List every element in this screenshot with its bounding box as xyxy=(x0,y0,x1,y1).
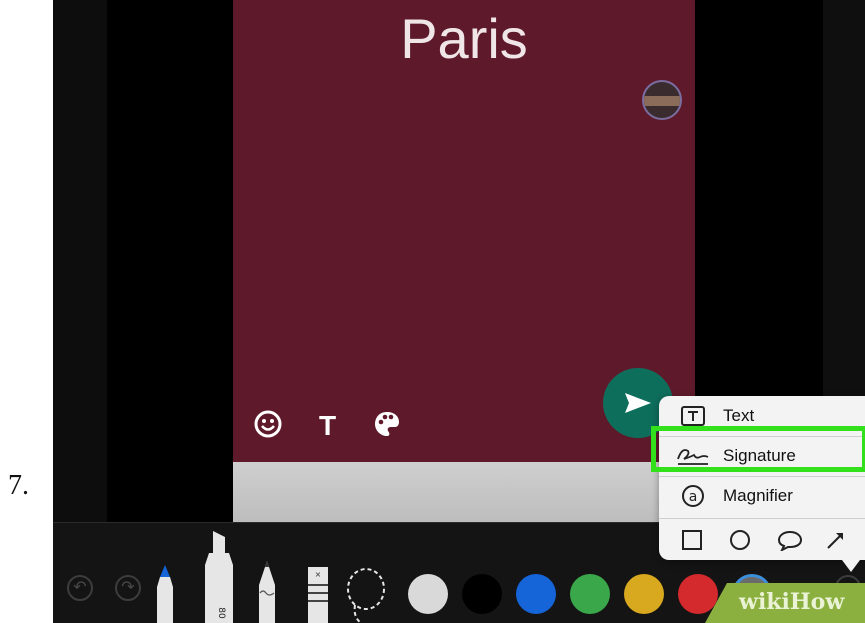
magnifier-icon: a xyxy=(675,483,711,509)
wikihow-text: wikiHow xyxy=(739,589,845,615)
send-arrow-icon xyxy=(625,393,651,413)
shapes-row xyxy=(659,520,865,560)
signature-highlight xyxy=(651,426,865,472)
menu-item-text-label: Text xyxy=(723,406,755,425)
markup-menu: Text Signature a Magnifier xyxy=(651,396,865,560)
circle-shape-icon[interactable] xyxy=(729,529,751,551)
arrow-shape-icon[interactable] xyxy=(825,529,847,551)
svg-text:×: × xyxy=(315,570,322,579)
pencil-tool-icon[interactable] xyxy=(255,559,279,623)
story-tools: T xyxy=(253,406,402,446)
menu-pointer xyxy=(842,560,860,572)
text-box-icon xyxy=(675,405,711,427)
menu-item-magnifier-label: Magnifier xyxy=(723,486,793,505)
wikihow-watermark: wikiHow xyxy=(705,583,865,623)
menu-item-magnifier[interactable]: a Magnifier xyxy=(659,476,865,516)
eraser-tool-icon[interactable]: × xyxy=(307,565,329,623)
color-swatch-red[interactable] xyxy=(678,574,718,614)
square-shape-icon[interactable] xyxy=(681,529,703,551)
redo-icon[interactable]: ↷ xyxy=(115,575,141,601)
palette-icon[interactable] xyxy=(372,409,402,444)
marker-label: 80 xyxy=(216,607,226,619)
menu-divider xyxy=(659,518,865,519)
color-swatch-green[interactable] xyxy=(570,574,610,614)
color-swatch-light-gray[interactable] xyxy=(408,574,448,614)
marker-tool-icon[interactable]: 80 xyxy=(201,529,237,623)
undo-icon[interactable]: ↶ xyxy=(67,575,93,601)
pen-tool-icon[interactable] xyxy=(153,563,177,623)
compose-bar xyxy=(233,462,695,522)
smiley-icon[interactable] xyxy=(253,409,283,444)
step-number: 7. xyxy=(8,470,29,501)
avatar[interactable] xyxy=(642,80,682,120)
story-title[interactable]: Paris xyxy=(233,6,695,71)
speech-bubble-icon[interactable] xyxy=(777,529,803,551)
color-swatch-blue[interactable] xyxy=(516,574,556,614)
lasso-tool-icon[interactable] xyxy=(343,567,389,623)
svg-text:a: a xyxy=(689,489,698,505)
color-swatch-black[interactable] xyxy=(462,574,502,614)
color-swatch-yellow[interactable] xyxy=(624,574,664,614)
left-margin xyxy=(53,0,107,522)
text-tool-icon[interactable]: T xyxy=(319,412,336,440)
device-screen: Paris T ↶ ↷ 80 × Text Signature a Magnif… xyxy=(53,0,865,623)
